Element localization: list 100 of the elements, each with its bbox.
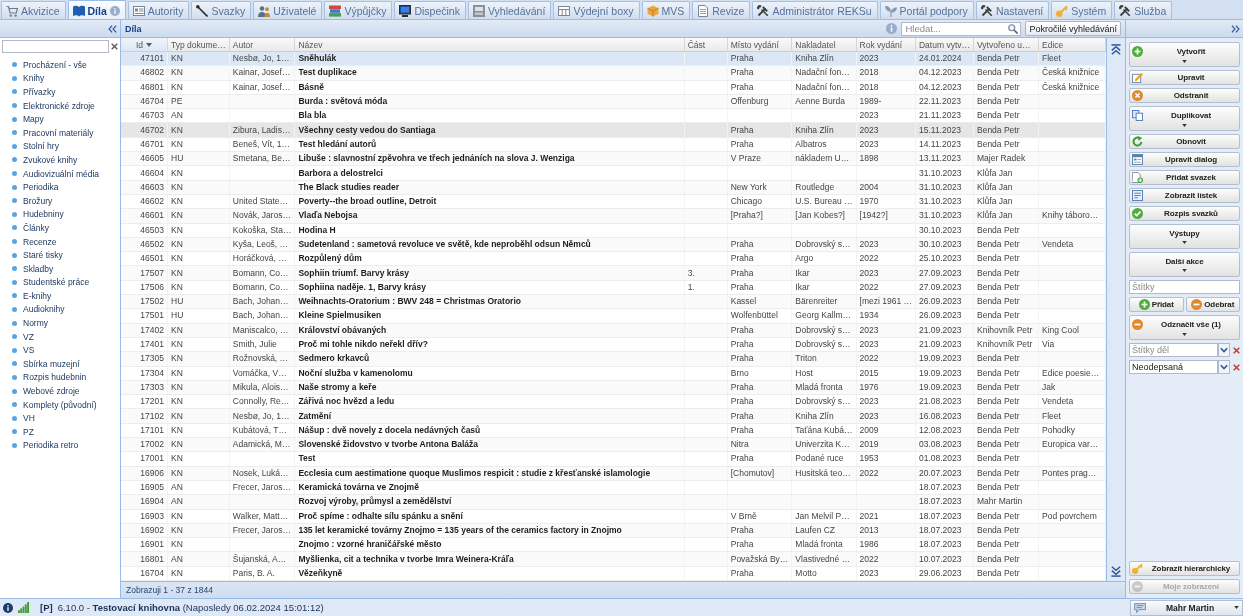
sidebar-item[interactable]: Webové zdroje xyxy=(12,384,120,398)
double-chevron-right-icon[interactable] xyxy=(1231,24,1240,33)
action-button[interactable]: Upravit dialog xyxy=(1129,152,1240,167)
nav-tab[interactable]: Portál podpory xyxy=(879,1,974,19)
advanced-search-button[interactable]: Pokročilé vyhledávání xyxy=(1025,21,1121,36)
nav-tab[interactable]: Autority xyxy=(127,1,190,19)
sidebar-item[interactable]: PZ xyxy=(12,425,120,439)
chevron-down-icon[interactable] xyxy=(1218,343,1230,357)
sidebar-item[interactable]: Stolní hry xyxy=(12,139,120,154)
table-row[interactable]: 17401 KN Smith, Julie Proč mi tohle nikdo neřekl dřív? Praha Dobrovský s… 2023 21.09.2023 Knihovník Petr Via xyxy=(121,337,1106,352)
action-button[interactable]: Rozpis svazků xyxy=(1129,206,1240,221)
nav-tab[interactable]: Vyhledávání xyxy=(467,1,552,19)
nav-tab[interactable]: Výdejní boxy xyxy=(553,1,640,19)
table-row[interactable]: 17201 KN Connolly, Re… Zářivá noc hvězd a ledu Praha Dobrovský s… 2023 21.08.2023 Benda Petr Vendeta xyxy=(121,394,1106,409)
split-button[interactable]: Vytvořit xyxy=(1129,42,1240,67)
sidebar-item[interactable]: Periodika xyxy=(12,180,120,194)
table-row[interactable]: 16905 AN Frecer, Jaros… Keramická továrna ve Znojmě 18.07.2023 Benda Petr xyxy=(121,480,1106,495)
table-row[interactable]: 17304 KN Vomáčka, V… Noční služba v kamenolomu Brno Host 2015 19.09.2023 Benda Petr Edice poesie… xyxy=(121,366,1106,381)
column-header[interactable]: Nakladatel xyxy=(791,38,857,52)
chevron-down-icon[interactable] xyxy=(1218,360,1230,374)
filter-field[interactable] xyxy=(2,40,109,53)
nav-tab[interactable]: Akvizice xyxy=(1,1,66,19)
table-row[interactable]: 17506 KN Bomann, Co… Sophiina naděje. 1, Barvy krásy 1. Praha Ikar 2022 27.09.2023 Benda Petr xyxy=(121,280,1106,295)
table-row[interactable]: 16903 KN Walker, Matt… Proč spíme : odhalte sílu spánku a snění V Brně Jan Melvil P… 2021 18.07.2023 Benda Petr Pod povrchem xyxy=(121,509,1106,524)
combo-field[interactable]: Štítky děl xyxy=(1129,343,1218,357)
nav-tab[interactable]: Výpůjčky xyxy=(324,1,393,19)
sidebar-item[interactable]: Pracovní materiály xyxy=(12,125,120,140)
nav-tab[interactable]: Systém xyxy=(1051,1,1113,19)
double-chevron-left-icon[interactable] xyxy=(108,24,117,33)
sidebar-item[interactable]: Audioknihy xyxy=(12,302,120,317)
table-row[interactable]: 46801 KN Kainar, Josef… Básně Praha Nadační fon… 2018 04.12.2023 Benda Petr Česká knižnice xyxy=(121,80,1106,95)
table-row[interactable]: 46604 KN Barbora a delostrelci 31.10.2023 Klůfa Jan xyxy=(121,165,1106,181)
column-header[interactable]: Autor xyxy=(229,38,295,52)
column-header[interactable]: Název xyxy=(294,38,685,52)
nav-tab[interactable]: Administrátor REKSu xyxy=(752,1,878,19)
action-button[interactable]: Zobrazit hierarchicky xyxy=(1129,561,1240,576)
sidebar-item[interactable]: VS xyxy=(12,343,120,358)
column-header[interactable]: Část xyxy=(684,38,728,52)
split-button[interactable]: Odznačit vše (1) xyxy=(1129,315,1240,340)
sidebar-item[interactable]: Procházení - vše xyxy=(12,58,120,72)
nav-tab[interactable]: Svazky xyxy=(191,1,252,19)
sidebar-item[interactable]: Periodika retro xyxy=(12,438,120,453)
table-row[interactable]: 46501 KN Horáčková, … Rozpůlený dům Praha Argo 2022 25.10.2023 Benda Petr xyxy=(121,251,1106,266)
sidebar-item[interactable]: Knihy xyxy=(12,71,120,86)
column-header[interactable]: Id xyxy=(121,38,168,52)
nav-tab[interactable]: MVS xyxy=(641,1,691,19)
action-button[interactable]: Odstranit xyxy=(1129,88,1240,103)
nav-tab[interactable]: Nastavení xyxy=(975,1,1050,19)
table-row[interactable]: 46503 KN Kokoška, Sta… Hodina H 30.10.2023 Benda Petr xyxy=(121,223,1106,238)
double-chevron-down-icon[interactable] xyxy=(1111,566,1121,577)
table-row[interactable]: 17001 KN Test Praha Podané ruce 1953 01.08.2023 Benda Petr xyxy=(121,451,1106,467)
action-button[interactable]: Přidat svazek xyxy=(1129,170,1240,185)
table-row[interactable]: 16704 KN Paris, B. A. Vězeňkyně Praha Motto 2023 29.06.2023 Benda Petr xyxy=(121,566,1106,581)
column-header[interactable]: Rok vydání xyxy=(856,38,916,52)
search-field[interactable]: Hledat... xyxy=(901,21,1022,36)
column-header[interactable]: Vytvořeno u… xyxy=(973,38,1039,52)
action-button[interactable]: Upravit xyxy=(1129,70,1240,85)
table-row[interactable]: 46602 KN United State… Poverty--the broad outline, Detroit Chicago U.S. Bureau … 1970 31.10.2023 Klůfa Jan xyxy=(121,194,1106,209)
table-row[interactable]: 17501 HU Bach, Johan… Kleine Spielmusiken Wolfenbüttel Georg Kallm… 1934 26.09.2023 Benda Petr xyxy=(121,308,1106,324)
column-header[interactable]: Místo vydání xyxy=(727,38,792,52)
action-button[interactable]: Zobrazit lístek xyxy=(1129,188,1240,203)
table-row[interactable]: 46701 KN Beneš, Vít, 1… Test hledání autorů Praha Albatros 2023 14.11.2023 Benda Petr xyxy=(121,137,1106,152)
sidebar-item[interactable]: Elektronické zdroje xyxy=(12,98,120,113)
double-chevron-up-icon[interactable] xyxy=(1111,44,1121,55)
sidebar-item[interactable]: VZ xyxy=(12,329,120,344)
sidebar-item[interactable]: Články xyxy=(12,221,120,235)
action-button[interactable]: Odebrat xyxy=(1185,297,1240,312)
nav-tab[interactable]: Služba xyxy=(1114,1,1173,19)
action-button[interactable]: Přidat xyxy=(1129,297,1184,312)
column-header[interactable]: Edice xyxy=(1038,38,1106,52)
sidebar-item[interactable]: Audiovizuální média xyxy=(12,166,120,181)
column-header[interactable]: Datum vytv… xyxy=(915,38,974,52)
table-row[interactable]: 16901 KN Znojmo : vzorné hraničářské město Praha Mladá fronta 1986 18.07.2023 Benda Petr xyxy=(121,537,1106,552)
column-header[interactable]: Typ dokume… xyxy=(167,38,230,52)
nav-tab[interactable]: Dispečink xyxy=(394,1,466,19)
nav-tab[interactable]: Uživatelé xyxy=(253,1,323,19)
sidebar-item[interactable]: Sbírka muzejní xyxy=(12,357,120,371)
clear-icon[interactable] xyxy=(1233,346,1240,354)
sidebar-item[interactable]: Mapy xyxy=(12,112,120,126)
sidebar-item[interactable]: Hudebniny xyxy=(12,207,120,222)
sidebar-item[interactable]: E-knihy xyxy=(12,289,120,303)
split-button[interactable]: Duplikovat xyxy=(1129,106,1240,131)
table-row[interactable]: 17101 KN Kubátová, T… Nášup : dvě novely z docela nedávných časů Praha Taťána Kubá… 2009 12.08.2023 Benda Petr Pohodky xyxy=(121,423,1106,438)
nav-tab[interactable]: Díla xyxy=(67,0,126,19)
sidebar-item[interactable]: Normy xyxy=(12,316,120,330)
table-row[interactable]: 46703 AN Bla bla 2023 21.11.2023 Benda Petr xyxy=(121,108,1106,123)
sidebar-item[interactable]: Skladby xyxy=(12,261,120,276)
sidebar-item[interactable]: Recenze xyxy=(12,234,120,249)
sidebar-item[interactable]: VH xyxy=(12,411,120,426)
sidebar-item[interactable]: Staré tisky xyxy=(12,248,120,262)
combo-field[interactable]: Neodepsaná xyxy=(1129,360,1218,374)
sidebar-item[interactable]: Komplety (původní) xyxy=(12,397,120,412)
user-button[interactable]: Mahr Martin xyxy=(1130,599,1243,616)
sidebar-item[interactable]: Brožury xyxy=(12,193,120,208)
clear-icon[interactable] xyxy=(111,43,118,50)
sidebar-item[interactable]: Rozpis hudebnin xyxy=(12,370,120,385)
sidebar-item[interactable]: Zvukové knihy xyxy=(12,153,120,167)
tags-field[interactable]: Štítky xyxy=(1129,280,1240,294)
clear-icon[interactable] xyxy=(1233,363,1240,371)
split-button[interactable]: Výstupy xyxy=(1129,224,1240,249)
